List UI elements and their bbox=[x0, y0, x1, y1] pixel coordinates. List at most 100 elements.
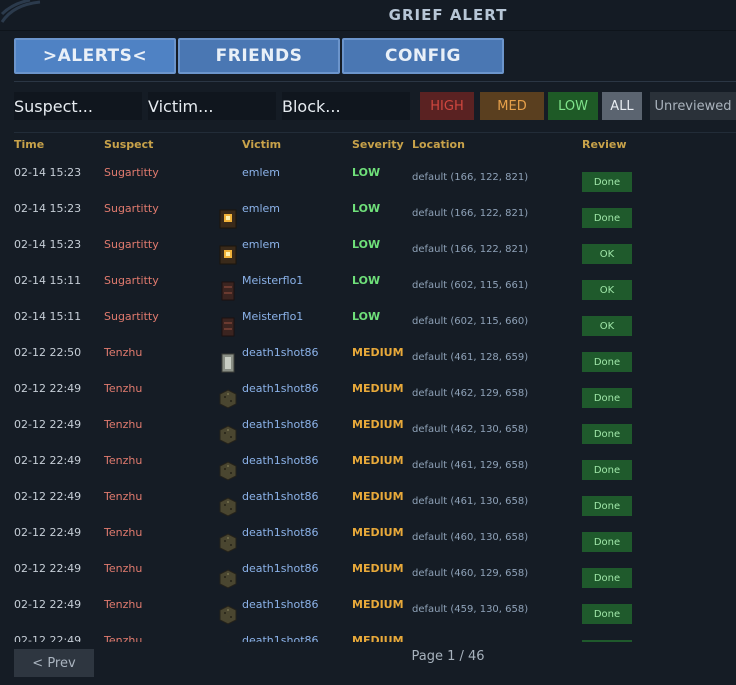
row-suspect: Sugartitty bbox=[104, 310, 159, 323]
row-time: 02-14 15:23 bbox=[14, 166, 82, 179]
row-victim: emlem bbox=[242, 166, 281, 179]
review-button[interactable] bbox=[582, 640, 632, 642]
header-separator bbox=[14, 132, 736, 133]
row-time: 02-12 22:49 bbox=[14, 598, 82, 611]
row-time: 02-12 22:49 bbox=[14, 382, 82, 395]
dirt-block-icon bbox=[218, 604, 238, 626]
column-header-review[interactable]: Review bbox=[582, 138, 627, 151]
divider bbox=[14, 81, 736, 82]
row-location: default (459, 130, 658) bbox=[412, 604, 529, 615]
row-victim: Meisterflo1 bbox=[242, 274, 304, 287]
column-header-severity[interactable]: Severity bbox=[352, 138, 404, 151]
row-time: 02-12 22:49 bbox=[14, 562, 82, 575]
review-button[interactable]: OK bbox=[582, 244, 632, 264]
row-time: 02-14 15:11 bbox=[14, 310, 82, 323]
suspect-search-input[interactable]: Suspect... bbox=[14, 92, 142, 120]
review-button[interactable]: Done bbox=[582, 496, 632, 516]
row-suspect: Sugartitty bbox=[104, 202, 159, 215]
lantern-block-icon bbox=[218, 208, 238, 230]
review-button[interactable]: Done bbox=[582, 388, 632, 408]
table-row[interactable]: 02-14 15:23 Sugartitty emlem LOW default (16… bbox=[0, 232, 736, 268]
row-victim: Meisterflo1 bbox=[242, 310, 304, 323]
row-victim: emlem bbox=[242, 202, 281, 215]
tab-alerts[interactable]: >ALERTS< bbox=[14, 38, 176, 74]
dirt-block-icon bbox=[218, 532, 238, 554]
table-row[interactable]: 02-14 15:23 Sugartitty emlem LOW default (16… bbox=[0, 196, 736, 232]
review-button[interactable]: Done bbox=[582, 604, 632, 624]
table-row[interactable]: 02-12 22:49 Tenzhu death1shot86 MEDIUM defau… bbox=[0, 520, 736, 556]
table-row[interactable]: 02-14 15:11 Sugartitty Meisterflo1 LOW defau… bbox=[0, 268, 736, 304]
review-button[interactable]: OK bbox=[582, 280, 632, 300]
table-row[interactable]: 02-12 22:49 Tenzhu death1shot86 MEDIUM defau… bbox=[0, 556, 736, 592]
row-suspect: Tenzhu bbox=[104, 382, 143, 395]
row-location: default (461, 128, 659) bbox=[412, 352, 529, 363]
block-search-input[interactable]: Block... bbox=[282, 92, 410, 120]
row-location: default (602, 115, 661) bbox=[412, 280, 529, 291]
column-header-location[interactable]: Location bbox=[412, 138, 465, 151]
table-row[interactable]: 02-12 22:49 Tenzhu death1shot86 MEDIUM defau… bbox=[0, 448, 736, 484]
row-suspect: Tenzhu bbox=[104, 526, 143, 539]
row-location: default (461, 130, 658) bbox=[412, 496, 529, 507]
shelf-block-icon bbox=[218, 316, 238, 338]
row-suspect: Tenzhu bbox=[104, 562, 143, 575]
frame-block-icon bbox=[218, 352, 238, 374]
row-victim: death1shot86 bbox=[242, 454, 319, 467]
filter-low-button[interactable]: LOW bbox=[548, 92, 598, 120]
filter-unreviewed-button[interactable]: Unreviewed bbox=[650, 92, 736, 120]
row-victim: death1shot86 bbox=[242, 382, 319, 395]
row-suspect: Sugartitty bbox=[104, 166, 159, 179]
table-row[interactable]: 02-14 15:23 Sugartitty emlem LOW default (16… bbox=[0, 160, 736, 196]
alerts-table: 02-14 15:23 Sugartitty emlem LOW default (16… bbox=[0, 160, 736, 642]
review-button[interactable]: Done bbox=[582, 460, 632, 480]
row-severity: MEDIUM bbox=[352, 490, 404, 503]
row-severity: LOW bbox=[352, 238, 381, 251]
review-button[interactable]: Done bbox=[582, 208, 632, 228]
table-row[interactable]: 02-12 22:49 Tenzhu death1shot86 MEDIUM defau… bbox=[0, 376, 736, 412]
row-location: default (166, 122, 821) bbox=[412, 172, 529, 183]
review-button[interactable]: OK bbox=[582, 316, 632, 336]
row-severity: LOW bbox=[352, 274, 381, 287]
dirt-block-icon bbox=[218, 424, 238, 446]
tab-config[interactable]: CONFIG bbox=[342, 38, 504, 74]
review-button[interactable]: Done bbox=[582, 568, 632, 588]
table-row[interactable]: 02-12 22:50 Tenzhu death1shot86 MEDIUM defau… bbox=[0, 340, 736, 376]
row-suspect: Tenzhu bbox=[104, 418, 143, 431]
tab-friends[interactable]: FRIENDS bbox=[178, 38, 340, 74]
victim-search-input[interactable]: Victim... bbox=[148, 92, 276, 120]
row-severity: MEDIUM bbox=[352, 634, 404, 642]
column-header-suspect[interactable]: Suspect bbox=[104, 138, 153, 151]
filter-med-button[interactable]: MED bbox=[480, 92, 544, 120]
dirt-block-icon bbox=[218, 568, 238, 590]
review-button[interactable]: Done bbox=[582, 172, 632, 192]
row-location: default (460, 129, 658) bbox=[412, 568, 529, 579]
row-severity: MEDIUM bbox=[352, 598, 404, 611]
review-button[interactable]: Done bbox=[582, 424, 632, 444]
row-severity: MEDIUM bbox=[352, 526, 404, 539]
row-severity: LOW bbox=[352, 310, 381, 323]
row-severity: MEDIUM bbox=[352, 562, 404, 575]
column-header-time[interactable]: Time bbox=[14, 138, 44, 151]
row-time: 02-14 15:23 bbox=[14, 202, 82, 215]
dirt-block-icon bbox=[218, 460, 238, 482]
row-victim: death1shot86 bbox=[242, 418, 319, 431]
app-title: GRIEF ALERT bbox=[388, 6, 508, 24]
column-header-victim[interactable]: Victim bbox=[242, 138, 281, 151]
title-bar: GRIEF ALERT bbox=[0, 0, 736, 31]
row-severity: LOW bbox=[352, 166, 381, 179]
row-victim: death1shot86 bbox=[242, 598, 319, 611]
table-row[interactable]: 02-14 15:11 Sugartitty Meisterflo1 LOW defau… bbox=[0, 304, 736, 340]
review-button[interactable]: Done bbox=[582, 352, 632, 372]
table-row[interactable]: 02-12 22:49 Tenzhu death1shot86 MEDIUM defau… bbox=[0, 592, 736, 628]
row-location: default (460, 130, 658) bbox=[412, 532, 529, 543]
filter-high-button[interactable]: HIGH bbox=[420, 92, 474, 120]
table-row[interactable]: 02-12 22:49 Tenzhu death1shot86 MEDIUM defau… bbox=[0, 484, 736, 520]
row-severity: MEDIUM bbox=[352, 346, 404, 359]
review-button[interactable]: Done bbox=[582, 532, 632, 552]
row-time: 02-12 22:49 bbox=[14, 490, 82, 503]
table-row[interactable]: 02-12 22:49 Tenzhu death1shot86 MEDIUM defau… bbox=[0, 412, 736, 448]
row-victim: emlem bbox=[242, 238, 281, 251]
row-time: 02-12 22:49 bbox=[14, 634, 82, 642]
table-row[interactable]: 02-12 22:49 Tenzhu death1shot86 MEDIUM bbox=[0, 628, 736, 642]
filter-all-button[interactable]: ALL bbox=[602, 92, 642, 120]
row-location: default (166, 122, 821) bbox=[412, 208, 529, 219]
